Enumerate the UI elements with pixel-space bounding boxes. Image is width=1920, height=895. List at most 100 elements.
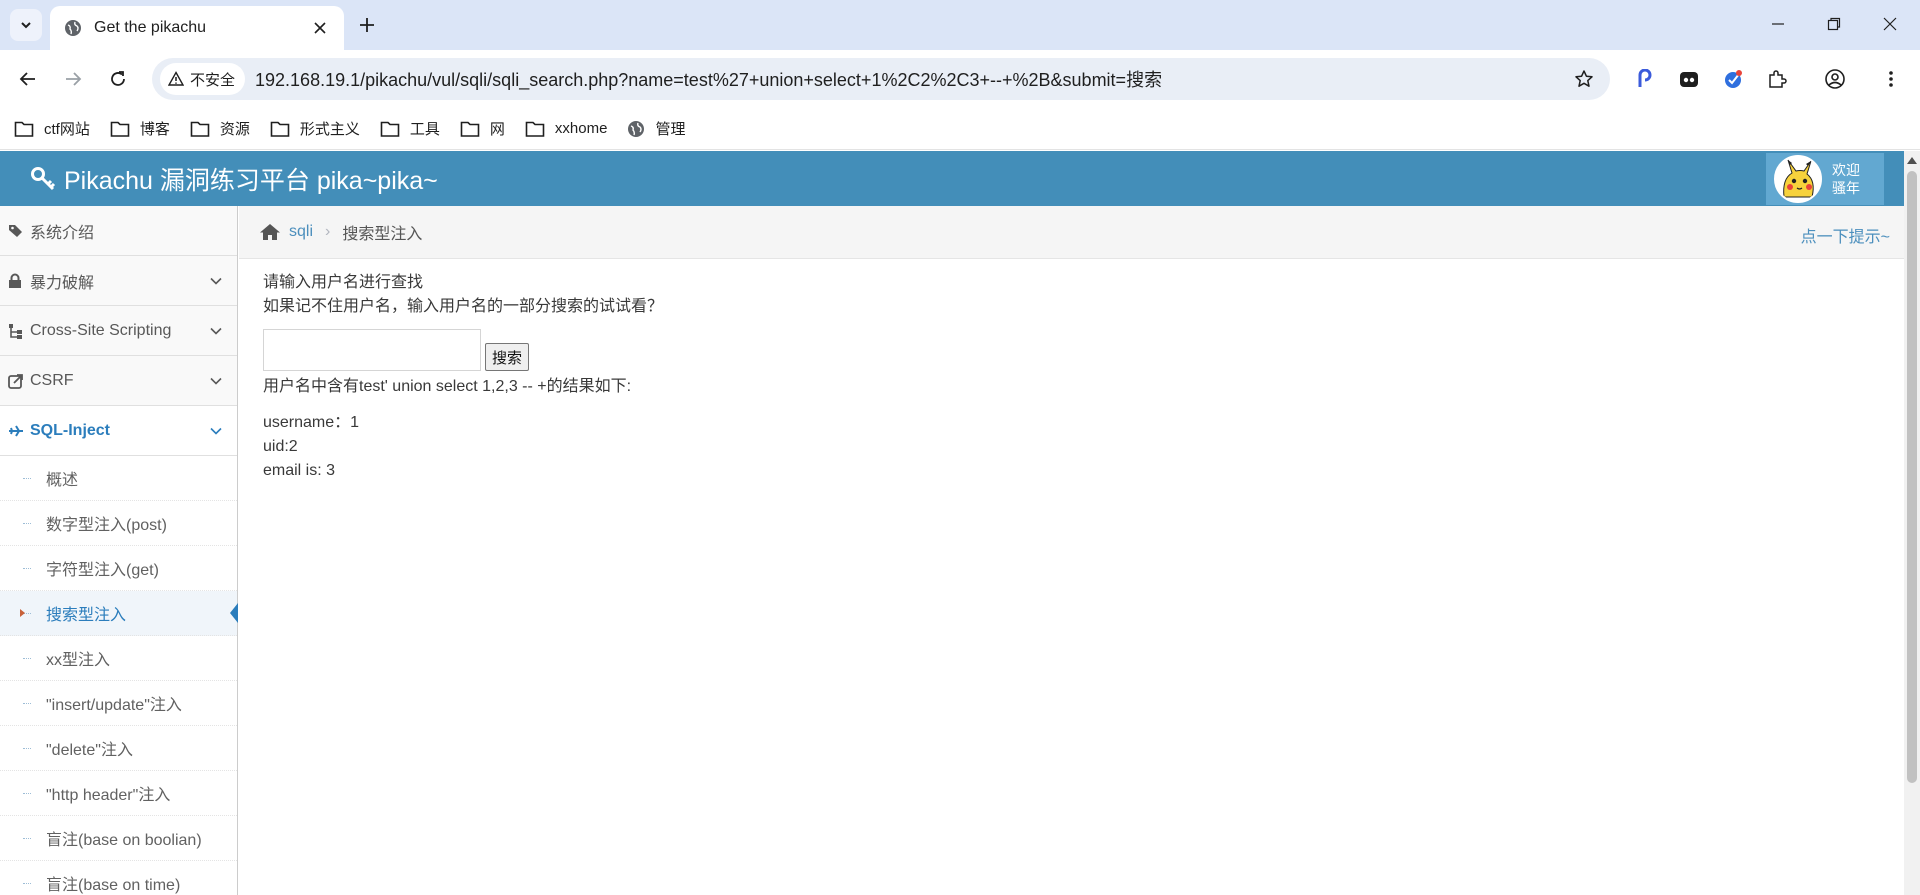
bookmark-folder[interactable]: 形式主义 <box>270 114 360 144</box>
search-form: 搜索 <box>263 329 1904 371</box>
page-scrollbar[interactable] <box>1904 151 1920 895</box>
back-button[interactable] <box>11 62 45 96</box>
bookmark-folder[interactable]: ctf网站 <box>14 114 90 144</box>
key-icon <box>31 166 56 190</box>
submenu-item-http-header[interactable]: "http header"注入 <box>0 771 237 816</box>
result-title: 用户名中含有test' union select 1,2,3 -- +的结果如下… <box>263 378 632 395</box>
search-prompt: 请输入用户名进行查找 <box>263 274 424 291</box>
chevron-down-icon <box>210 427 222 435</box>
share-icon <box>8 373 26 389</box>
arrow-left-icon <box>19 72 35 86</box>
folder-icon <box>270 121 290 137</box>
url-text[interactable]: 192.168.19.1/pikachu/vul/sqli/sqli_searc… <box>255 66 1566 92</box>
search-hint: 如果记不住用户名，输入用户名的一部分搜索的试试看？ <box>263 298 664 315</box>
submenu-item-blind-boolean[interactable]: 盲注(base on boolian) <box>0 816 237 861</box>
extension-p-icon[interactable] <box>1628 62 1662 96</box>
puzzle-icon[interactable] <box>1760 62 1794 96</box>
bookmark-star-button[interactable] <box>1566 61 1602 97</box>
folder-icon <box>525 121 545 137</box>
profile-icon[interactable] <box>1818 62 1852 96</box>
reload-button[interactable] <box>101 62 135 96</box>
result-email: email is: 3 <box>263 462 336 479</box>
star-icon <box>1575 70 1593 87</box>
sqli-submenu: 概述 数字型注入(post) 字符型注入(get) 搜索型注入 xx型注入 "i… <box>0 456 238 895</box>
sidebar-item-csrf[interactable]: CSRF <box>0 356 237 406</box>
scroll-up-arrow-icon[interactable] <box>1907 157 1917 164</box>
submenu-item-blind-time[interactable]: 盲注(base on time) <box>0 861 237 895</box>
top-navbar: Pikachu 漏洞练习平台 pika~pika~ 欢迎 骚年 <box>0 151 1904 206</box>
result-block: username：1 uid:2 email is: 3 <box>263 411 1904 483</box>
bookmark-link[interactable]: 管理 <box>627 114 685 144</box>
result-uid: uid:2 <box>263 438 298 455</box>
plus-icon <box>360 18 374 32</box>
minimize-button[interactable] <box>1758 8 1798 40</box>
bookmark-folder[interactable]: 博客 <box>110 114 170 144</box>
address-bar[interactable]: 不安全 192.168.19.1/pikachu/vul/sqli/sqli_s… <box>152 58 1610 100</box>
tab-close-icon[interactable] <box>308 16 332 40</box>
security-chip[interactable]: 不安全 <box>160 63 246 95</box>
sidebar-item-sqli[interactable]: SQL-Inject <box>0 406 237 456</box>
breadcrumb-link-sqli[interactable]: sqli <box>289 223 313 241</box>
bookmark-folder[interactable]: xxhome <box>525 114 607 144</box>
submenu-item-overview[interactable]: 概述 <box>0 456 237 501</box>
result-username: username：1 <box>263 414 360 431</box>
pikachu-avatar-icon <box>1776 157 1820 201</box>
close-window-button[interactable] <box>1870 8 1910 40</box>
close-icon <box>1883 17 1897 31</box>
globe-icon <box>628 120 645 137</box>
bookmark-folder[interactable]: 网 <box>460 114 505 144</box>
bookmarks-bar: ctf网站 博客 资源 形式主义 工具 网 xxhome 管理 <box>0 108 1920 150</box>
sidebar: 系统介绍 暴力破解 Cross-Site Scripting CSRF SQL-… <box>0 206 238 895</box>
folder-icon <box>380 121 400 137</box>
chevron-down-icon <box>21 22 31 29</box>
arrow-right-icon <box>66 72 82 86</box>
web-page: Pikachu 漏洞练习平台 pika~pika~ 欢迎 骚年 系统介绍 暴力破… <box>0 151 1904 895</box>
security-label: 不安全 <box>190 71 236 89</box>
sidebar-item-xss[interactable]: Cross-Site Scripting <box>0 306 237 356</box>
extension-blue-icon[interactable] <box>1716 62 1750 96</box>
browser-toolbar: 不安全 192.168.19.1/pikachu/vul/sqli/sqli_s… <box>0 50 1920 108</box>
main-content: sqli › 搜索型注入 点一下提示~ 请输入用户名进行查找 如果记不住用户名，… <box>239 206 1904 895</box>
menu-dots-icon[interactable] <box>1874 62 1908 96</box>
new-tab-button[interactable] <box>352 10 382 40</box>
hint-link[interactable]: 点一下提示~ <box>1801 223 1890 247</box>
brand-title: Pikachu 漏洞练习平台 pika~pika~ <box>64 166 438 195</box>
chevron-down-icon <box>210 377 222 385</box>
sidebar-item-intro[interactable]: 系统介绍 <box>0 206 237 256</box>
tags-icon <box>8 223 26 239</box>
restore-button[interactable] <box>1814 8 1854 40</box>
submenu-item-delete[interactable]: "delete"注入 <box>0 726 237 771</box>
search-button[interactable]: 搜索 <box>485 343 530 371</box>
browser-tab-strip: Get the pikachu <box>0 0 1920 50</box>
search-input[interactable] <box>263 329 481 371</box>
lock-icon <box>8 273 26 289</box>
restore-icon <box>1827 17 1841 31</box>
submenu-item-insert-update[interactable]: "insert/update"注入 <box>0 681 237 726</box>
chevron-down-icon <box>210 327 222 335</box>
avatar <box>1774 155 1822 203</box>
breadcrumb-separator-icon: › <box>325 223 331 240</box>
user-welcome: 欢迎 骚年 <box>1832 162 1860 196</box>
brand-link[interactable]: Pikachu 漏洞练习平台 pika~pika~ <box>30 151 438 206</box>
user-menu[interactable]: 欢迎 骚年 <box>1766 153 1884 205</box>
minimize-icon <box>1772 23 1784 25</box>
search-content: 请输入用户名进行查找 如果记不住用户名，输入用户名的一部分搜索的试试看？ 搜索 … <box>239 259 1904 483</box>
sitemap-icon <box>8 323 26 339</box>
forward-button[interactable] <box>56 62 90 96</box>
submenu-item-search[interactable]: 搜索型注入 <box>0 591 238 636</box>
scroll-thumb[interactable] <box>1907 171 1917 783</box>
caret-right-icon <box>20 609 25 617</box>
submenu-item-string[interactable]: 字符型注入(get) <box>0 546 237 591</box>
bookmark-folder[interactable]: 工具 <box>380 114 440 144</box>
breadcrumb-current: 搜索型注入 <box>342 226 423 243</box>
reload-icon <box>111 71 125 86</box>
browser-tab[interactable]: Get the pikachu <box>50 6 344 50</box>
tab-search-button[interactable] <box>10 9 42 41</box>
chevron-down-icon <box>210 277 222 285</box>
sidebar-item-bruteforce[interactable]: 暴力破解 <box>0 256 237 306</box>
home-icon[interactable] <box>259 223 281 241</box>
submenu-item-numeric[interactable]: 数字型注入(post) <box>0 501 237 546</box>
bookmark-folder[interactable]: 资源 <box>190 114 250 144</box>
submenu-item-xx[interactable]: xx型注入 <box>0 636 237 681</box>
extension-mask-icon[interactable] <box>1672 62 1706 96</box>
